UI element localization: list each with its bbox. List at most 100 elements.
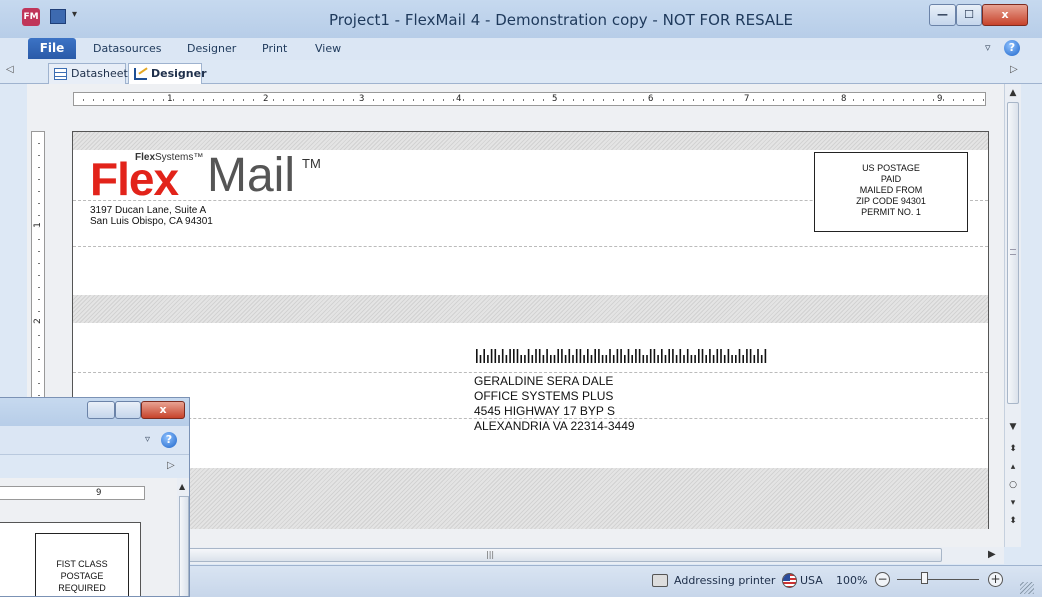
logo-mail[interactable]: Mail xyxy=(207,152,295,200)
printer-label[interactable]: Addressing printer xyxy=(674,574,775,587)
vertical-scroll-thumb[interactable] xyxy=(1007,102,1019,404)
maximize-button[interactable]: ☐ xyxy=(956,4,982,26)
postage-line: PERMIT NO. 1 xyxy=(861,207,921,217)
recipient-line[interactable]: 4545 HIGHWAY 17 BYP S xyxy=(474,404,615,418)
guide-line xyxy=(73,246,988,247)
barcode-bar xyxy=(753,355,756,363)
logo-flex[interactable]: Flex xyxy=(90,156,179,202)
postage-line: REQUIRED xyxy=(58,583,106,593)
tab-scroll-left-icon[interactable]: ◁ xyxy=(6,64,14,75)
guide-line xyxy=(73,372,988,373)
postage-line: US POSTAGE xyxy=(862,163,920,173)
barcode-bar xyxy=(694,355,696,363)
secondary-title-bar: x xyxy=(0,398,189,426)
close-button[interactable]: x xyxy=(982,4,1028,26)
ruler-number: 1 xyxy=(32,222,43,228)
menu-view[interactable]: View xyxy=(315,42,341,55)
barcode-bar xyxy=(735,355,737,363)
horizontal-scroll-thumb[interactable]: ||| xyxy=(180,548,942,562)
next-icon[interactable]: ▾ xyxy=(1005,498,1021,508)
previous-page-icon[interactable]: ⬍ xyxy=(1005,444,1021,454)
zoom-out-button[interactable]: − xyxy=(875,572,890,587)
barcode-bar xyxy=(590,355,593,363)
secondary-postage-box[interactable]: FIST CLASS POSTAGE REQUIRED xyxy=(35,533,129,596)
secondary-window[interactable]: x ▿ ? ▷ 9 FIST CLASS POSTAGE REQUIRED ▲ xyxy=(0,397,190,597)
secondary-maximize-button[interactable] xyxy=(115,401,141,419)
barcode-bar xyxy=(742,355,744,363)
country-label[interactable]: USA xyxy=(800,574,823,587)
envelope-layout[interactable]: FlexSystems™ Flex Mail TM 3197 Ducan Lan… xyxy=(72,131,989,529)
barcode-bar xyxy=(664,355,667,363)
return-address-line[interactable]: San Luis Obispo, CA 94301 xyxy=(90,216,213,227)
barcode-bar xyxy=(479,355,482,363)
zoom-in-button[interactable]: + xyxy=(988,572,1003,587)
recipient-line[interactable]: ALEXANDRIA VA 22314-3449 xyxy=(474,419,635,433)
secondary-ruler: 9 xyxy=(0,486,145,500)
ruler-number: 7 xyxy=(743,94,751,104)
barcode-bar xyxy=(490,349,493,363)
file-menu[interactable]: File xyxy=(28,38,76,59)
document-tabs: ◁ Datasheet Designer ▷ xyxy=(0,60,1042,84)
barcode-bar xyxy=(661,349,663,363)
scroll-down-icon[interactable]: ▼ xyxy=(1005,422,1021,432)
horizontal-scrollbar[interactable]: ||| ▶ xyxy=(180,547,1004,564)
barcode-bar xyxy=(601,355,604,363)
postal-barcode[interactable] xyxy=(476,349,776,363)
vertical-scrollbar[interactable]: ▲ ▼ ⬍ ▴ ○ ▾ ⬍ xyxy=(1004,84,1021,547)
barcode-bar xyxy=(505,355,508,363)
zoom-slider-thumb[interactable] xyxy=(921,572,929,584)
tab-scroll-right-icon[interactable]: ▷ xyxy=(167,460,175,471)
barcode-bar xyxy=(720,349,722,363)
printer-icon[interactable] xyxy=(652,574,668,587)
resize-grip-icon[interactable] xyxy=(1020,582,1034,594)
zoom-level[interactable]: 100% xyxy=(836,574,867,587)
ruler-number: 4 xyxy=(455,94,463,104)
barcode-bar xyxy=(561,349,563,363)
next-page-icon[interactable]: ⬍ xyxy=(1005,516,1021,526)
middle-margin xyxy=(73,295,988,323)
secondary-minimize-button[interactable] xyxy=(87,401,115,419)
recipient-line[interactable]: GERALDINE SERA DALE xyxy=(474,374,613,388)
minimize-button[interactable]: — xyxy=(929,4,956,26)
ruler-number: 8 xyxy=(840,94,848,104)
barcode-bar xyxy=(653,349,656,363)
barcode-bar xyxy=(701,349,704,363)
barcode-bar xyxy=(609,349,611,363)
menu-designer[interactable]: Designer xyxy=(187,42,236,55)
barcode-bar xyxy=(757,349,759,363)
barcode-bar xyxy=(646,355,648,363)
postage-indicia[interactable]: US POSTAGE PAID MAILED FROM ZIP CODE 943… xyxy=(814,152,968,232)
ribbon-expand-icon[interactable]: ▿ xyxy=(985,41,991,54)
ruler-number: 9 xyxy=(96,488,102,498)
barcode-bar xyxy=(553,355,556,363)
tab-datasheet[interactable]: Datasheet xyxy=(48,63,128,84)
menu-print[interactable]: Print xyxy=(262,42,287,55)
menu-datasources[interactable]: Datasources xyxy=(93,42,162,55)
previous-icon[interactable]: ▴ xyxy=(1005,462,1021,472)
tab-designer[interactable]: Designer xyxy=(128,63,207,84)
secondary-close-button[interactable]: x xyxy=(141,401,185,419)
barcode-bar xyxy=(723,355,726,363)
scroll-up-icon[interactable]: ▲ xyxy=(179,482,185,491)
help-icon[interactable]: ? xyxy=(1004,40,1020,56)
datasheet-icon xyxy=(54,68,67,80)
return-address-line[interactable]: 3197 Ducan Lane, Suite A xyxy=(90,205,206,216)
secondary-scroll-thumb[interactable] xyxy=(179,496,189,596)
barcode-bar xyxy=(516,349,519,363)
ruler-number: 5 xyxy=(551,94,559,104)
select-browse-icon[interactable]: ○ xyxy=(1005,480,1021,490)
postage-line: ZIP CODE 94301 xyxy=(856,196,926,206)
tab-scroll-right-icon[interactable]: ▷ xyxy=(1010,64,1018,75)
barcode-bar xyxy=(716,349,719,363)
recipient-line[interactable]: OFFICE SYSTEMS PLUS xyxy=(474,389,613,403)
ribbon-expand-icon[interactable]: ▿ xyxy=(145,434,150,445)
zoom-slider[interactable] xyxy=(897,579,979,580)
barcode-bar xyxy=(709,349,711,363)
scroll-up-icon[interactable]: ▲ xyxy=(1005,88,1021,98)
barcode-bar xyxy=(620,349,622,363)
secondary-vertical-scrollbar[interactable]: ▲ xyxy=(177,478,189,596)
postage-line: PAID xyxy=(880,174,902,184)
scroll-right-icon[interactable]: ▶ xyxy=(988,549,996,560)
help-icon[interactable]: ? xyxy=(161,432,177,448)
us-flag-icon[interactable] xyxy=(782,573,797,588)
